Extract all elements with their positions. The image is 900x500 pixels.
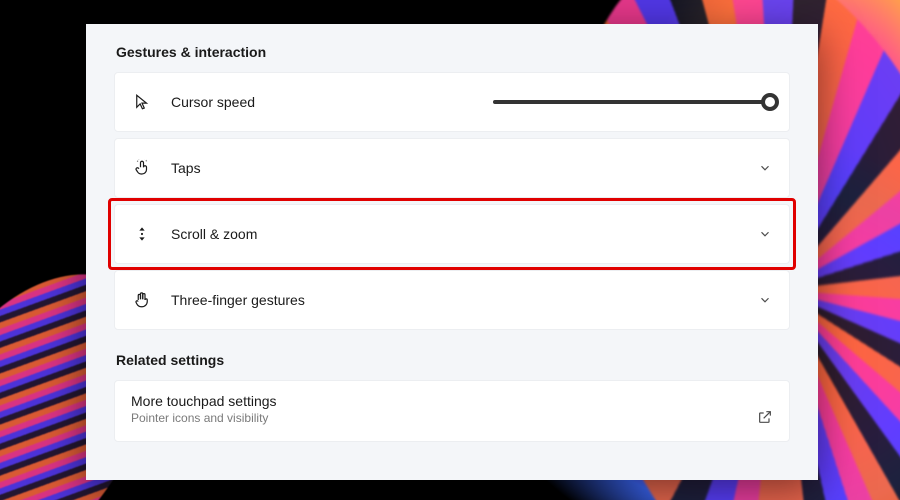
hand-icon bbox=[131, 289, 153, 311]
row-taps[interactable]: Taps bbox=[114, 138, 790, 198]
chevron-down-icon bbox=[757, 160, 773, 176]
cursor-speed-slider[interactable] bbox=[493, 92, 773, 112]
row-cursor-speed[interactable]: Cursor speed bbox=[114, 72, 790, 132]
row-scroll-zoom[interactable]: Scroll & zoom bbox=[114, 204, 790, 264]
settings-panel: Gestures & interaction Cursor speed bbox=[86, 24, 818, 480]
row-label: Cursor speed bbox=[171, 94, 255, 110]
row-more-touchpad-settings[interactable]: More touchpad settings Pointer icons and… bbox=[114, 380, 790, 442]
row-sublabel: Pointer icons and visibility bbox=[131, 411, 277, 425]
slider-thumb[interactable] bbox=[761, 93, 779, 111]
row-label: Taps bbox=[171, 160, 201, 176]
chevron-down-icon bbox=[757, 226, 773, 242]
row-label: Scroll & zoom bbox=[171, 226, 257, 242]
row-label: More touchpad settings bbox=[131, 393, 277, 409]
cursor-icon bbox=[131, 91, 153, 113]
panel-fade bbox=[86, 460, 818, 480]
row-label: Three-finger gestures bbox=[171, 292, 305, 308]
section-title-related: Related settings bbox=[116, 352, 790, 368]
popout-icon bbox=[757, 409, 773, 425]
chevron-down-icon bbox=[757, 292, 773, 308]
slider-track bbox=[493, 100, 773, 104]
section-title-gestures: Gestures & interaction bbox=[116, 44, 790, 60]
tap-icon bbox=[131, 157, 153, 179]
row-three-finger[interactable]: Three-finger gestures bbox=[114, 270, 790, 330]
scroll-zoom-icon bbox=[131, 223, 153, 245]
